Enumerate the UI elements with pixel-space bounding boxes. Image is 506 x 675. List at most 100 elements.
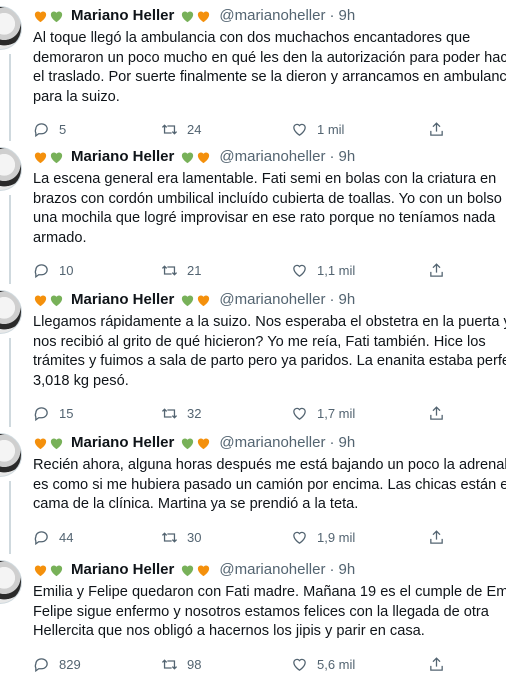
tweet-text-line: cama de la clínica. Martina ya se prendi…	[33, 496, 359, 513]
tweet[interactable]: Mariano Heller @marianoheller · 9h Llega…	[0, 284, 506, 427]
share-icon	[430, 406, 443, 421]
green-heart-icon	[182, 438, 194, 449]
orange-heart-icon	[34, 10, 47, 22]
like-button[interactable]: 5,6 mil	[291, 654, 355, 674]
orange-heart-icon	[198, 10, 210, 22]
avatar[interactable]	[0, 290, 22, 334]
retweet-icon	[161, 408, 178, 419]
author-name[interactable]: Mariano Heller	[71, 6, 174, 26]
heart-icon	[293, 265, 306, 278]
avatar[interactable]	[0, 147, 22, 191]
tweet-timestamp[interactable]: 9h	[338, 290, 355, 310]
display-name-emoji	[33, 436, 64, 451]
reply-count: 5	[59, 122, 67, 138]
author-handle[interactable]: @marianoheller	[219, 290, 325, 310]
author-name[interactable]: Mariano Heller	[71, 560, 174, 580]
avatar[interactable]	[0, 433, 22, 477]
tweet-header: Mariano Heller @marianoheller · 9h	[33, 147, 355, 167]
author-name[interactable]: Mariano Heller	[71, 290, 174, 310]
avatar[interactable]	[0, 560, 22, 604]
tweet-timestamp[interactable]: 9h	[338, 6, 355, 26]
author-handle[interactable]: @marianoheller	[219, 560, 325, 580]
header-separator: ·	[329, 148, 335, 165]
tweet-text-line: una mochila que logré improvisar en ese …	[33, 210, 496, 227]
like-count: 1,1 mil	[317, 263, 356, 279]
tweet-thread: Mariano Heller @marianoheller · 9h Al to…	[0, 0, 506, 675]
share-button[interactable]	[428, 261, 445, 281]
tweet-actions: 15 32 1,7 mil	[33, 404, 506, 424]
tweet-text: La escena general era lamentable. Fati s…	[33, 170, 506, 249]
retweet-button[interactable]: 30	[161, 527, 201, 547]
like-button[interactable]: 1,9 mil	[291, 527, 355, 547]
like-button[interactable]: 1 mil	[291, 120, 344, 140]
share-button[interactable]	[428, 527, 445, 547]
orange-heart-icon	[34, 565, 47, 576]
reply-icon	[34, 264, 48, 279]
tweet[interactable]: Mariano Heller @marianoheller · 9h Emili…	[0, 554, 506, 675]
green-heart-icon	[50, 438, 63, 449]
like-count: 1,7 mil	[317, 406, 356, 422]
tweet[interactable]: Mariano Heller @marianoheller · 9h Recié…	[0, 427, 506, 554]
share-button[interactable]	[428, 404, 445, 424]
share-button[interactable]	[428, 654, 445, 674]
reply-count: 15	[59, 406, 74, 422]
retweet-button[interactable]: 32	[161, 404, 201, 424]
tweet-header: Mariano Heller @marianoheller · 9h	[33, 290, 355, 310]
like-button[interactable]: 1,1 mil	[291, 261, 355, 281]
reply-icon	[34, 657, 48, 672]
tweet-header: Mariano Heller @marianoheller · 9h	[33, 433, 355, 453]
author-handle[interactable]: @marianoheller	[219, 6, 325, 26]
green-heart-icon	[50, 10, 63, 22]
tweet-text-line: Llegamos rápidamente a la suizo. Nos esp…	[33, 314, 506, 330]
display-name-emoji	[33, 293, 64, 308]
tweet-timestamp[interactable]: 9h	[338, 560, 355, 580]
like-count: 5,6 mil	[317, 656, 356, 672]
tweet[interactable]: Mariano Heller @marianoheller · 9h La es…	[0, 141, 506, 284]
tweet-actions: 5 24 1 mil	[33, 120, 506, 140]
display-name-emoji	[180, 9, 211, 24]
avatar[interactable]	[0, 6, 22, 50]
reply-button[interactable]: 5	[33, 120, 66, 140]
tweet-header: Mariano Heller @marianoheller · 9h	[33, 560, 355, 580]
retweet-count: 24	[187, 122, 202, 138]
author-name[interactable]: Mariano Heller	[71, 147, 174, 167]
retweet-button[interactable]: 98	[161, 654, 201, 674]
retweet-button[interactable]: 24	[161, 120, 201, 140]
like-button[interactable]: 1,7 mil	[291, 404, 355, 424]
tweet-text: Al toque llegó la ambulancia con dos muc…	[33, 29, 506, 108]
heart-icon	[293, 531, 306, 544]
reply-button[interactable]: 10	[33, 261, 73, 281]
tweet-header: Mariano Heller @marianoheller · 9h	[33, 6, 355, 26]
tweet[interactable]: Mariano Heller @marianoheller · 9h Al to…	[0, 0, 506, 141]
green-heart-icon	[182, 152, 194, 163]
tweet-text-line: armado.	[33, 230, 87, 247]
tweet-timestamp[interactable]: 9h	[338, 433, 355, 453]
display-name-emoji	[33, 150, 64, 165]
header-separator: ·	[329, 291, 335, 308]
tweet-text-line: brazos con cordón umbilical incluído cub…	[33, 190, 502, 207]
tweet-text-line: para la suizo.	[33, 89, 120, 106]
tweet-text: Llegamos rápidamente a la suizo. Nos esp…	[33, 313, 506, 392]
share-icon	[430, 122, 443, 137]
like-count: 1 mil	[317, 122, 345, 138]
tweet-text: Emilia y Felipe quedaron con Fati madre.…	[33, 583, 506, 642]
display-name-emoji	[180, 293, 211, 308]
share-button[interactable]	[428, 120, 445, 140]
reply-count: 10	[59, 263, 74, 279]
reply-icon	[34, 123, 48, 138]
retweet-button[interactable]: 21	[161, 261, 201, 281]
tweet-text-line: Recién ahora, alguna horas después me es…	[33, 457, 506, 473]
reply-button[interactable]: 15	[33, 404, 73, 424]
retweet-count: 98	[187, 656, 202, 672]
reply-button[interactable]: 829	[33, 654, 81, 674]
author-handle[interactable]: @marianoheller	[219, 147, 325, 167]
header-separator: ·	[329, 561, 335, 578]
author-name[interactable]: Mariano Heller	[71, 433, 174, 453]
tweet-timestamp[interactable]: 9h	[338, 147, 355, 167]
author-handle[interactable]: @marianoheller	[219, 433, 325, 453]
reply-button[interactable]: 44	[33, 527, 73, 547]
retweet-icon	[161, 658, 178, 670]
green-heart-icon	[182, 295, 194, 306]
tweet-text-line: La escena general era lamentable. Fati s…	[33, 171, 497, 187]
tweet-text-line: Hellercita que nos obligó a hacernos los…	[33, 623, 425, 640]
